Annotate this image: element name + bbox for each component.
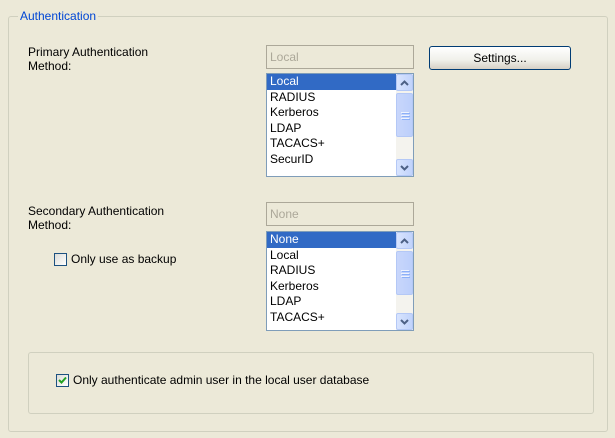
list-item[interactable]: Kerberos	[267, 279, 396, 295]
local-only-checkbox-row[interactable]: Only authenticate admin user in the loca…	[56, 373, 369, 387]
scroll-thumb[interactable]	[396, 251, 413, 295]
backup-checkbox-row[interactable]: Only use as backup	[54, 252, 176, 266]
chevron-up-icon	[400, 237, 409, 244]
checkmark-icon	[58, 376, 67, 384]
list-item[interactable]: SecurID	[267, 152, 396, 168]
chevron-down-icon	[400, 318, 409, 325]
backup-checkbox[interactable]	[54, 252, 67, 266]
list-item[interactable]: Local	[267, 248, 396, 264]
secondary-method-label-line2: Method:	[28, 218, 72, 232]
list-item[interactable]: LDAP	[267, 294, 396, 310]
scroll-down-button[interactable]	[396, 313, 413, 330]
scroll-up-button[interactable]	[396, 232, 413, 249]
secondary-method-value: None	[266, 202, 414, 226]
scroll-down-button[interactable]	[396, 159, 413, 176]
groupbox-title: Authentication	[18, 9, 99, 23]
local-only-checkbox[interactable]	[56, 373, 69, 387]
chevron-up-icon	[400, 79, 409, 86]
list-item[interactable]: RADIUS	[267, 90, 396, 106]
local-only-checkbox-label: Only authenticate admin user in the loca…	[73, 373, 370, 387]
primary-method-label: Primary Authentication Method:	[28, 45, 148, 73]
secondary-method-label-line1: Secondary Authentication	[28, 204, 165, 218]
secondary-method-label: Secondary Authentication Method:	[28, 204, 164, 232]
primary-method-label-line2: Method:	[28, 59, 72, 73]
list-item[interactable]: None	[267, 232, 396, 248]
primary-method-label-line1: Primary Authentication	[28, 45, 149, 59]
list-item[interactable]: Local	[267, 74, 396, 90]
list-item[interactable]: RADIUS	[267, 263, 396, 279]
secondary-method-listbox[interactable]: None Local RADIUS Kerberos LDAP TACACS+	[266, 231, 414, 331]
list-item[interactable]: TACACS+	[267, 136, 396, 152]
chevron-down-icon	[400, 164, 409, 171]
scroll-thumb[interactable]	[396, 93, 413, 137]
primary-method-value: Local	[266, 45, 414, 69]
secondary-method-items: None Local RADIUS Kerberos LDAP TACACS+	[267, 232, 396, 325]
settings-button[interactable]: Settings...	[429, 46, 571, 70]
list-item[interactable]: LDAP	[267, 121, 396, 137]
primary-scrollbar[interactable]	[396, 74, 413, 176]
secondary-scrollbar[interactable]	[396, 232, 413, 330]
list-item[interactable]: TACACS+	[267, 310, 396, 326]
backup-checkbox-label: Only use as backup	[71, 252, 177, 266]
primary-method-listbox[interactable]: Local RADIUS Kerberos LDAP TACACS+ SecurID	[266, 73, 414, 177]
list-item[interactable]: Kerberos	[267, 105, 396, 121]
scroll-up-button[interactable]	[396, 74, 413, 91]
primary-method-items: Local RADIUS Kerberos LDAP TACACS+ SecurID	[267, 74, 396, 167]
